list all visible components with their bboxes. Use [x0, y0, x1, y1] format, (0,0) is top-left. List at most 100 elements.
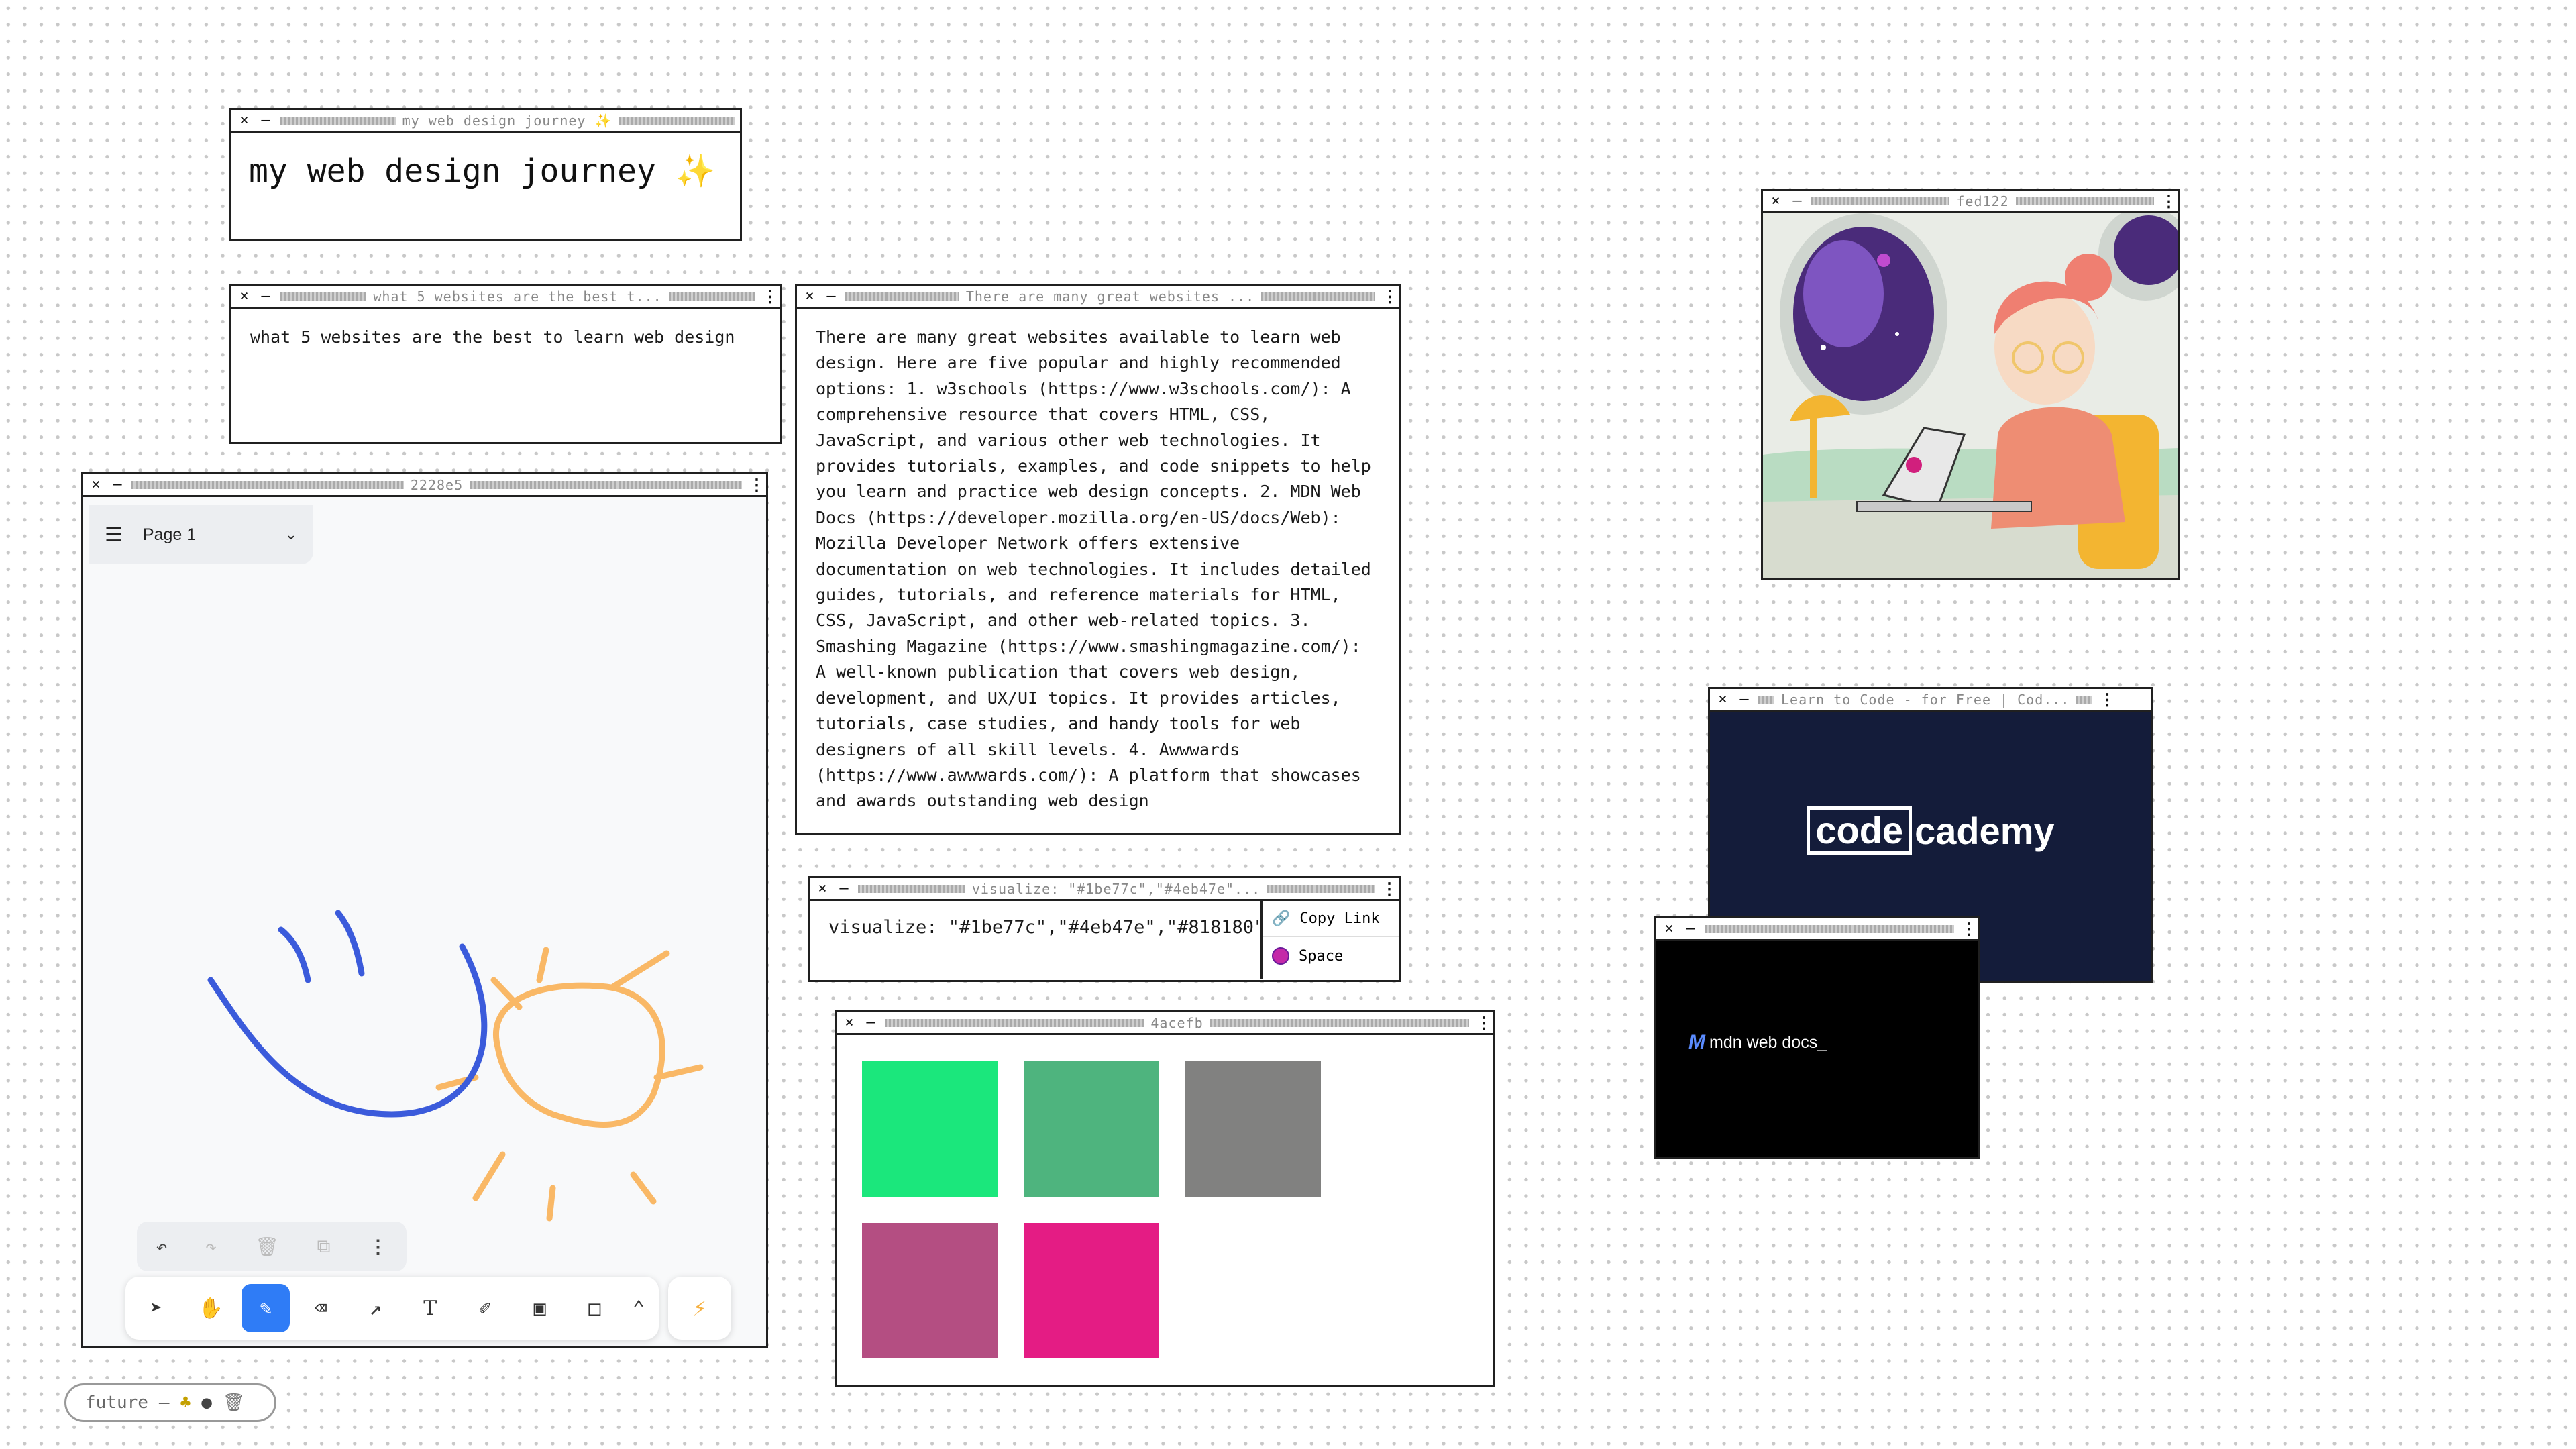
palette-window[interactable]: × – 4acefb ⋮ [835, 1010, 1495, 1387]
color-swatch[interactable] [862, 1061, 998, 1197]
close-icon[interactable]: × [237, 113, 252, 128]
image-tool-icon[interactable]: ▣ [516, 1284, 564, 1332]
titlebar-grip[interactable] [1210, 1018, 1469, 1027]
titlebar-grip[interactable] [619, 116, 735, 125]
globe-icon[interactable]: ● [201, 1393, 212, 1413]
more-options-icon[interactable]: ⋮ [1961, 921, 1977, 937]
more-options-icon[interactable]: ⋮ [368, 1236, 387, 1258]
titlebar-grip[interactable] [1261, 292, 1376, 301]
titlebar-grip[interactable] [668, 292, 756, 301]
title-window[interactable]: × – my web design journey ✨ my web desig… [229, 108, 742, 241]
illustration-window[interactable]: × – fed122 ⋮ [1761, 189, 2180, 580]
color-swatch[interactable] [862, 1223, 998, 1358]
close-icon[interactable]: × [815, 881, 830, 896]
logo-cademy: cademy [1915, 809, 2055, 852]
minimize-icon[interactable]: – [110, 477, 125, 492]
minimize-icon[interactable]: – [837, 881, 851, 896]
more-options-icon[interactable]: ⋮ [762, 288, 778, 305]
titlebar-grip[interactable] [2076, 695, 2093, 704]
titlebar-grip[interactable] [845, 292, 959, 301]
close-icon[interactable]: × [1715, 692, 1730, 707]
drawing-window[interactable]: × – 2228e5 ⋮ ☰ Page 1 ⌄ ↶ ↷ 🗑 ⧉ ⋮ ➤ ✋ ✎ … [81, 472, 768, 1348]
duplicate-icon[interactable]: ⧉ [317, 1235, 331, 1258]
redo-icon[interactable]: ↷ [205, 1236, 217, 1258]
text-tool-icon[interactable]: T [406, 1284, 454, 1332]
eraser-tool-icon[interactable]: ⌫ [297, 1284, 345, 1332]
undo-icon[interactable]: ↶ [156, 1236, 167, 1258]
close-icon[interactable]: × [89, 477, 103, 492]
more-options-icon[interactable]: ⋮ [1382, 288, 1398, 305]
question-text[interactable]: what 5 websites are the best to learn we… [231, 309, 780, 366]
edit-toolbar[interactable]: ↶ ↷ 🗑 ⧉ ⋮ [137, 1222, 407, 1271]
minimize-icon[interactable]: – [1683, 921, 1698, 936]
titlebar-grip[interactable] [2015, 197, 2154, 205]
answer-text[interactable]: There are many great websites available … [797, 309, 1399, 832]
space-dash: — [158, 1393, 170, 1413]
minimize-icon[interactable]: – [863, 1015, 878, 1030]
delete-icon[interactable]: 🗑 [255, 1236, 279, 1258]
mushroom-icon[interactable]: ♣ [180, 1393, 191, 1413]
window-title: Learn to Code - for Free | Cod... [1781, 691, 2070, 708]
question-window[interactable]: × – what 5 websites are the best t... ⋮ … [229, 284, 782, 444]
visualize-window[interactable]: × – visualize: "#1be77c","#4eb47e"... ⋮ … [808, 876, 1401, 982]
context-menu[interactable]: 🔗 Copy Link Space [1260, 901, 1399, 979]
note-tool-icon[interactable]: ✐ [461, 1284, 509, 1332]
codecademy-logo[interactable]: code cademy [1710, 806, 2151, 855]
hand-tool-icon[interactable]: ✋ [187, 1284, 235, 1332]
titlebar[interactable]: × – 4acefb ⋮ [837, 1012, 1493, 1035]
window-title: visualize: "#1be77c","#4eb47e"... [971, 880, 1261, 897]
window-title: 4acefb [1150, 1014, 1203, 1031]
chevron-up-icon[interactable]: ⌃ [625, 1284, 652, 1332]
tool-toolbar[interactable]: ➤ ✋ ✎ ⌫ ↗ T ✐ ▣ □ ⌃ [125, 1277, 659, 1340]
titlebar-grip[interactable] [858, 884, 965, 893]
titlebar[interactable]: × – 2228e5 ⋮ [83, 474, 766, 497]
drawing-canvas[interactable] [83, 497, 766, 1348]
close-icon[interactable]: × [237, 288, 252, 304]
more-options-icon[interactable]: ⋮ [1381, 881, 1397, 897]
minimize-icon[interactable]: – [1790, 193, 1805, 209]
select-tool-icon[interactable]: ➤ [132, 1284, 180, 1332]
titlebar-grip[interactable] [1705, 924, 1954, 933]
titlebar[interactable]: × – ⋮ [1656, 918, 1978, 941]
titlebar-grip[interactable] [1758, 695, 1774, 704]
titlebar-grip[interactable] [885, 1018, 1144, 1027]
more-options-icon[interactable]: ⋮ [2161, 193, 2177, 209]
titlebar[interactable]: × – my web design journey ✨ [231, 110, 740, 133]
minimize-icon[interactable]: – [258, 113, 273, 128]
titlebar[interactable]: × – fed122 ⋮ [1763, 191, 2178, 213]
titlebar[interactable]: × – There are many great websites ... ⋮ [797, 286, 1399, 309]
more-options-icon[interactable]: ⋮ [749, 477, 765, 493]
answer-window[interactable]: × – There are many great websites ... ⋮ … [795, 284, 1401, 835]
color-swatch[interactable] [1185, 1061, 1321, 1197]
minimize-icon[interactable]: – [1737, 692, 1752, 707]
titlebar[interactable]: × – visualize: "#1be77c","#4eb47e"... ⋮ [810, 878, 1399, 901]
close-icon[interactable]: × [1662, 921, 1676, 936]
minimize-icon[interactable]: – [824, 288, 839, 304]
space-item[interactable]: Space [1263, 937, 1399, 975]
more-options-icon[interactable]: ⋮ [2099, 692, 2115, 708]
draw-tool-icon[interactable]: ✎ [241, 1284, 290, 1332]
more-options-icon[interactable]: ⋮ [1476, 1015, 1492, 1031]
color-swatch[interactable] [1024, 1223, 1159, 1358]
titlebar-grip[interactable] [1811, 197, 1950, 205]
titlebar-grip[interactable] [131, 480, 404, 489]
copy-link-item[interactable]: 🔗 Copy Link [1263, 901, 1399, 937]
titlebar-grip[interactable] [280, 292, 367, 301]
arrow-tool-icon[interactable]: ↗ [352, 1284, 400, 1332]
color-swatch[interactable] [1024, 1061, 1159, 1197]
titlebar[interactable]: × – what 5 websites are the best t... ⋮ [231, 286, 780, 309]
titlebar[interactable]: × – Learn to Code - for Free | Cod... ⋮ [1710, 689, 2151, 712]
close-icon[interactable]: × [802, 288, 817, 304]
magic-tool-button[interactable]: ⚡ [668, 1277, 731, 1340]
rectangle-tool-icon[interactable]: □ [571, 1284, 619, 1332]
close-icon[interactable]: × [842, 1015, 857, 1030]
mdn-window[interactable]: × – ⋮ M mdn web docs_ [1654, 916, 1980, 1159]
space-chip[interactable]: future — ♣ ● 🗑 [64, 1383, 276, 1422]
minimize-icon[interactable]: – [258, 288, 273, 304]
trash-icon[interactable]: 🗑 [223, 1393, 245, 1413]
titlebar-grip[interactable] [470, 480, 742, 489]
titlebar-grip[interactable] [280, 116, 396, 125]
close-icon[interactable]: × [1768, 193, 1783, 209]
titlebar-grip[interactable] [1267, 884, 1375, 893]
mdn-logo[interactable]: M mdn web docs_ [1688, 1031, 1827, 1054]
